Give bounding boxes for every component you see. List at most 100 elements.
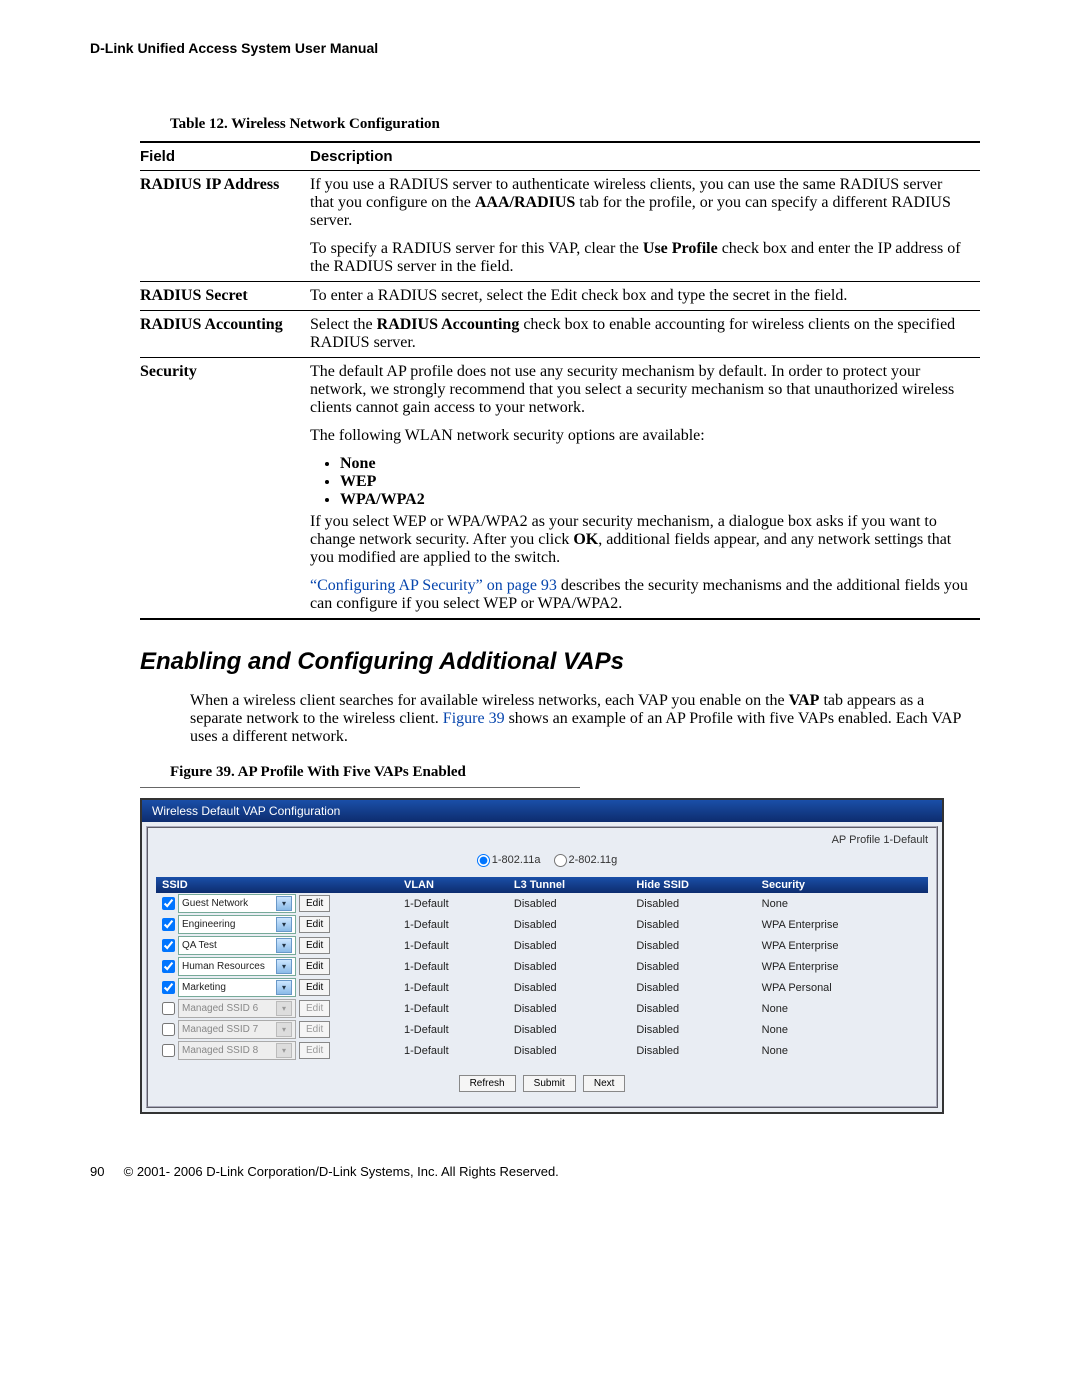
vap-enable-checkbox[interactable] [162, 960, 175, 973]
ssid-select[interactable]: Human Resources▾ [178, 957, 296, 976]
l3-cell: Disabled [508, 914, 630, 935]
vlan-cell: 1-Default [398, 1040, 508, 1061]
vap-row: Human Resources▾Edit1-DefaultDisabledDis… [156, 956, 928, 977]
l3-cell: Disabled [508, 956, 630, 977]
desc-paragraph: The following WLAN network security opti… [310, 427, 970, 445]
l3-cell: Disabled [508, 998, 630, 1019]
vap-table: SSID VLAN L3 Tunnel Hide SSID Security G… [156, 877, 928, 1061]
list-item: WEP [340, 473, 970, 491]
table-caption: Table 12. Wireless Network Configuration [170, 116, 990, 133]
field-label: Security [140, 358, 310, 620]
ssid-select: Managed SSID 8▾ [178, 1041, 296, 1060]
vap-enable-checkbox[interactable] [162, 1044, 175, 1057]
row-radius-secret: RADIUS Secret To enter a RADIUS secret, … [140, 282, 980, 311]
vlan-cell: 1-Default [398, 998, 508, 1019]
edit-button[interactable]: Edit [299, 895, 330, 912]
l3-cell: Disabled [508, 977, 630, 998]
figure-caption: Figure 39. AP Profile With Five VAPs Ena… [170, 764, 990, 781]
cross-reference-link[interactable]: “Configuring AP Security” on page 93 [310, 577, 557, 594]
vap-enable-checkbox[interactable] [162, 939, 175, 952]
field-label: RADIUS Secret [140, 282, 310, 311]
vap-enable-checkbox[interactable] [162, 897, 175, 910]
vap-enable-checkbox[interactable] [162, 981, 175, 994]
submit-button[interactable]: Submit [523, 1075, 576, 1092]
vap-row: Managed SSID 7▾Edit1-DefaultDisabledDisa… [156, 1019, 928, 1040]
copyright: © 2001- 2006 D-Link Corporation/D-Link S… [124, 1164, 559, 1179]
l3-cell: Disabled [508, 1019, 630, 1040]
security-cell: WPA Personal [756, 977, 928, 998]
ssid-select: Managed SSID 7▾ [178, 1020, 296, 1039]
desc-paragraph: If you use a RADIUS server to authentica… [310, 176, 970, 230]
radio-80211g[interactable]: 2-802.11g [544, 854, 618, 866]
row-radius-accounting: RADIUS Accounting Select the RADIUS Acco… [140, 311, 980, 358]
chevron-down-icon: ▾ [276, 1022, 292, 1037]
edit-button[interactable]: Edit [299, 916, 330, 933]
desc-paragraph: To enter a RADIUS secret, select the Edi… [310, 287, 970, 305]
profile-label: AP Profile 1-Default [156, 834, 928, 850]
col-field: Field [140, 142, 310, 171]
ssid-select[interactable]: QA Test▾ [178, 936, 296, 955]
vap-row: Guest Network▾Edit1-DefaultDisabledDisab… [156, 893, 928, 914]
row-security: Security The default AP profile does not… [140, 358, 980, 620]
chevron-down-icon: ▾ [276, 917, 292, 932]
chevron-down-icon: ▾ [276, 938, 292, 953]
field-label: RADIUS IP Address [140, 171, 310, 282]
edit-button: Edit [299, 1021, 330, 1038]
col-hide-ssid: Hide SSID [630, 877, 755, 893]
vap-configuration-panel: Wireless Default VAP Configuration AP Pr… [140, 798, 944, 1114]
vap-row: QA Test▾Edit1-DefaultDisabledDisabledWPA… [156, 935, 928, 956]
desc-paragraph: “Configuring AP Security” on page 93 des… [310, 577, 970, 613]
edit-button: Edit [299, 1000, 330, 1017]
radio-80211g-input[interactable] [554, 854, 567, 867]
chevron-down-icon: ▾ [276, 980, 292, 995]
refresh-button[interactable]: Refresh [459, 1075, 516, 1092]
edit-button[interactable]: Edit [299, 937, 330, 954]
vlan-cell: 1-Default [398, 1019, 508, 1040]
doc-header: D-Link Unified Access System User Manual [90, 40, 990, 56]
vap-row: Marketing▾Edit1-DefaultDisabledDisabledW… [156, 977, 928, 998]
radio-80211a-input[interactable] [477, 854, 490, 867]
ssid-select[interactable]: Engineering▾ [178, 915, 296, 934]
ssid-select: Managed SSID 6▾ [178, 999, 296, 1018]
figure-reference-link[interactable]: Figure 39 [443, 710, 505, 727]
list-item: WPA/WPA2 [340, 491, 970, 509]
desc-paragraph: Select the RADIUS Accounting check box t… [310, 316, 970, 352]
next-button[interactable]: Next [583, 1075, 626, 1092]
security-cell: WPA Enterprise [756, 956, 928, 977]
vap-row: Engineering▾Edit1-DefaultDisabledDisable… [156, 914, 928, 935]
hide-cell: Disabled [630, 956, 755, 977]
col-description: Description [310, 142, 980, 171]
chevron-down-icon: ▾ [276, 1043, 292, 1058]
vlan-cell: 1-Default [398, 956, 508, 977]
vlan-cell: 1-Default [398, 893, 508, 914]
edit-button[interactable]: Edit [299, 979, 330, 996]
security-cell: None [756, 1040, 928, 1061]
col-ssid: SSID [156, 877, 398, 893]
divider [140, 787, 580, 788]
security-options-list: None WEP WPA/WPA2 [330, 455, 970, 509]
row-radius-ip: RADIUS IP Address If you use a RADIUS se… [140, 171, 980, 282]
desc-paragraph: The default AP profile does not use any … [310, 363, 970, 417]
radio-mode-row: 1-802.11a 2-802.11g [156, 850, 928, 877]
vap-enable-checkbox[interactable] [162, 1002, 175, 1015]
hide-cell: Disabled [630, 998, 755, 1019]
col-vlan: VLAN [398, 877, 508, 893]
vlan-cell: 1-Default [398, 914, 508, 935]
vap-row: Managed SSID 6▾Edit1-DefaultDisabledDisa… [156, 998, 928, 1019]
vap-enable-checkbox[interactable] [162, 918, 175, 931]
radio-80211a[interactable]: 1-802.11a [467, 854, 541, 866]
list-item: None [340, 455, 970, 473]
ssid-select[interactable]: Marketing▾ [178, 978, 296, 997]
security-cell: None [756, 893, 928, 914]
edit-button[interactable]: Edit [299, 958, 330, 975]
security-cell: WPA Enterprise [756, 935, 928, 956]
chevron-down-icon: ▾ [276, 1001, 292, 1016]
hide-cell: Disabled [630, 1040, 755, 1061]
vap-enable-checkbox[interactable] [162, 1023, 175, 1036]
ssid-select[interactable]: Guest Network▾ [178, 894, 296, 913]
security-cell: None [756, 1019, 928, 1040]
edit-button: Edit [299, 1042, 330, 1059]
l3-cell: Disabled [508, 1040, 630, 1061]
section-body: When a wireless client searches for avai… [190, 692, 980, 746]
security-cell: WPA Enterprise [756, 914, 928, 935]
